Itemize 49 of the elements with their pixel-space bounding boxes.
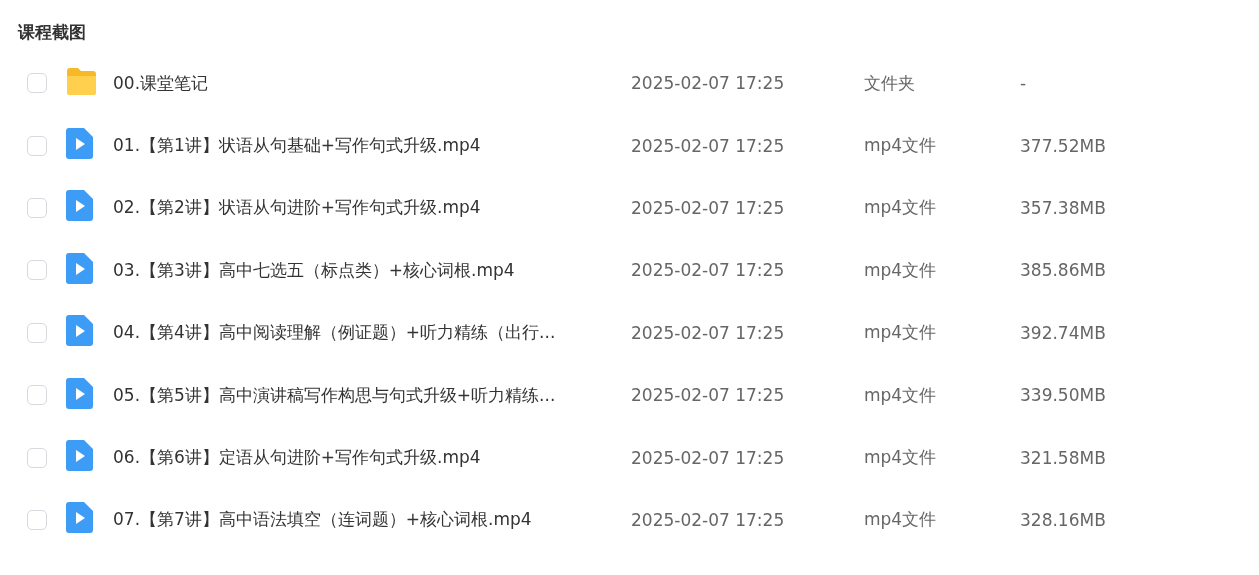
- checkbox[interactable]: [27, 385, 47, 406]
- file-name[interactable]: 04.【第4讲】高中阅读理解（例证题）+听力精练（出行...: [113, 321, 631, 345]
- modified-date: 2025-02-07 17:25: [631, 385, 786, 406]
- file-name[interactable]: 05.【第5讲】高中演讲稿写作构思与句式升级+听力精练...: [113, 383, 631, 407]
- checkbox[interactable]: [27, 73, 47, 94]
- video-file-icon: [66, 315, 93, 347]
- file-name[interactable]: 00.课堂笔记: [113, 71, 631, 95]
- file-type: 文件夹: [864, 71, 916, 95]
- file-type: mp4文件: [864, 383, 938, 407]
- checkbox[interactable]: [27, 322, 47, 343]
- file-type: mp4文件: [864, 134, 938, 158]
- modified-date: 2025-02-07 17:25: [631, 447, 786, 468]
- file-size: 357.38MB: [1020, 197, 1107, 218]
- video-file-icon: [66, 128, 93, 160]
- file-size: 385.86MB: [1020, 260, 1107, 281]
- file-type: mp4文件: [864, 321, 938, 345]
- file-type: mp4文件: [864, 258, 938, 282]
- file-size: 328.16MB: [1020, 509, 1107, 530]
- video-file-icon: [66, 440, 93, 472]
- file-size: 321.58MB: [1020, 447, 1107, 468]
- checkbox[interactable]: [27, 135, 47, 156]
- video-file-icon: [66, 252, 93, 284]
- checkbox[interactable]: [27, 509, 47, 530]
- modified-date: 2025-02-07 17:25: [631, 509, 786, 530]
- video-file-icon: [66, 190, 93, 222]
- folder-icon: [66, 66, 97, 96]
- modified-date: 2025-02-07 17:25: [631, 322, 786, 343]
- modified-date: 2025-02-07 17:25: [631, 135, 786, 156]
- file-size: -: [1020, 73, 1028, 94]
- video-file-icon: [66, 502, 93, 534]
- file-name[interactable]: 02.【第2讲】状语从句进阶+写作句式升级.mp4: [113, 196, 631, 220]
- file-size: 339.50MB: [1020, 385, 1107, 406]
- file-name[interactable]: 06.【第6讲】定语从句进阶+写作句式升级.mp4: [113, 446, 631, 470]
- checkbox[interactable]: [27, 260, 47, 281]
- section-title: 课程截图: [16, 21, 87, 44]
- file-name[interactable]: 01.【第1讲】状语从句基础+写作句式升级.mp4: [113, 134, 631, 158]
- file-type: mp4文件: [864, 196, 938, 220]
- file-name[interactable]: 07.【第7讲】高中语法填空（连词题）+核心词根.mp4: [113, 508, 631, 532]
- checkbox[interactable]: [27, 447, 47, 468]
- video-file-icon: [66, 377, 93, 409]
- file-type: mp4文件: [864, 446, 938, 470]
- file-type: mp4文件: [864, 508, 938, 532]
- file-name[interactable]: 03.【第3讲】高中七选五（标点类）+核心词根.mp4: [113, 258, 631, 282]
- checkbox[interactable]: [27, 197, 47, 218]
- file-size: 377.52MB: [1020, 135, 1107, 156]
- modified-date: 2025-02-07 17:25: [631, 197, 786, 218]
- modified-date: 2025-02-07 17:25: [631, 73, 786, 94]
- modified-date: 2025-02-07 17:25: [631, 260, 786, 281]
- file-size: 392.74MB: [1020, 322, 1107, 343]
